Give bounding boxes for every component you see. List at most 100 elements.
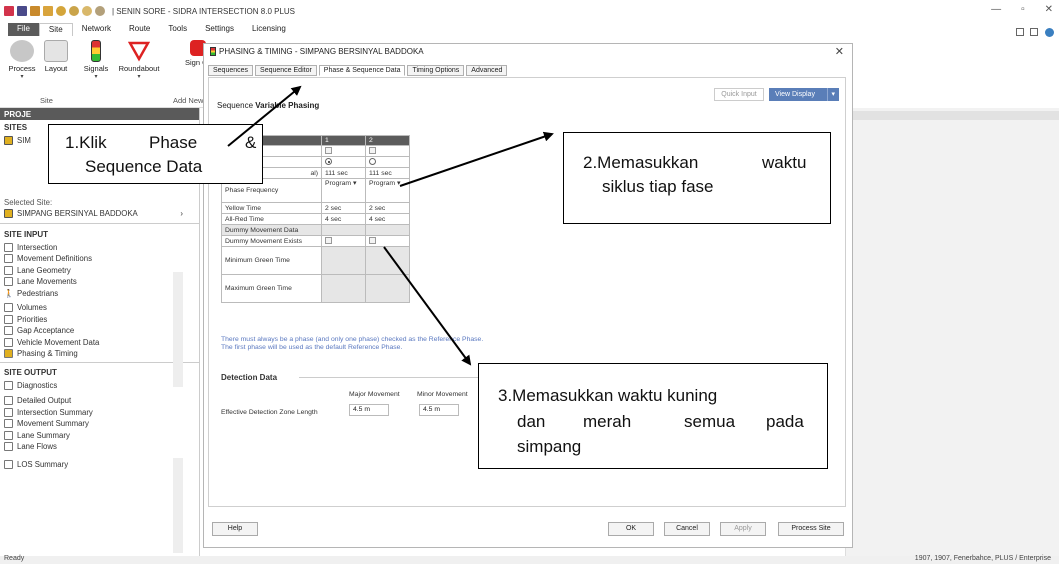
frequency-phase-1[interactable]: Program ▾ <box>321 178 366 203</box>
site-input-scrollbar[interactable] <box>173 272 183 387</box>
chevron-down-icon[interactable]: ▾ <box>353 180 356 187</box>
table-cell[interactable] <box>321 235 366 247</box>
cancel-button[interactable]: Cancel <box>664 522 710 536</box>
process-site-button[interactable]: Process Site <box>778 522 844 536</box>
menu-network[interactable]: Network <box>73 23 120 36</box>
restore-button[interactable]: ▫ <box>1021 4 1025 15</box>
signals-button[interactable]: Signals ▾ <box>79 40 113 80</box>
roundabout-label: Roundabout <box>118 64 160 73</box>
green-time-phase-2[interactable]: 111 sec <box>365 167 410 179</box>
quick-input-button[interactable]: Quick Input <box>714 88 764 101</box>
callout-text: dan <box>517 412 546 431</box>
dialog-close-button[interactable]: ✕ <box>835 45 844 58</box>
traffic-light-icon <box>91 40 101 62</box>
yellow-time-phase-1[interactable]: 2 sec <box>321 202 366 214</box>
menu-tools[interactable]: Tools <box>159 23 196 36</box>
nav-volumes[interactable]: Volumes <box>0 302 199 314</box>
status-text: Ready <box>4 555 25 562</box>
grid-toggle-icon[interactable] <box>1030 28 1038 36</box>
allred-time-phase-2[interactable]: 4 sec <box>365 213 410 225</box>
nav-detailed-output[interactable]: Detailed Output <box>0 395 199 407</box>
yellow-time-phase-2[interactable]: 2 sec <box>365 202 410 214</box>
tab-timing-options[interactable]: Timing Options <box>407 65 465 76</box>
layout-button[interactable]: Layout <box>40 40 72 73</box>
tab-sequences[interactable]: Sequences <box>208 65 254 76</box>
table-row: Yellow Time 2 sec 2 sec <box>221 202 410 214</box>
checkbox[interactable] <box>325 147 332 155</box>
layout-toggle-icon[interactable] <box>1016 28 1024 36</box>
selected-site[interactable]: SIMPANG BERSINYAL BADDOKA › <box>0 208 199 220</box>
nav-vehicle-movement-data[interactable]: Vehicle Movement Data <box>0 337 199 349</box>
ribbon-group-site: Site <box>40 96 53 105</box>
site-output-scrollbar[interactable] <box>173 458 183 553</box>
major-detection-input[interactable]: 4.5 m <box>349 404 389 416</box>
tab-advanced[interactable]: Advanced <box>466 65 508 76</box>
table-cell[interactable] <box>321 145 366 157</box>
green-time-phase-1[interactable]: 111 sec <box>321 167 366 179</box>
process-icon[interactable] <box>69 6 79 16</box>
table-cell[interactable] <box>365 156 410 168</box>
nav-movement-definitions[interactable]: Movement Definitions <box>0 253 199 265</box>
nav-priorities[interactable]: Priorities <box>0 314 199 326</box>
table-cell[interactable] <box>365 235 410 247</box>
process-label: Process <box>8 64 36 73</box>
reference-phase-radio[interactable] <box>325 158 332 166</box>
nav-intersection[interactable]: Intersection <box>0 242 199 254</box>
table-cell[interactable] <box>365 145 410 157</box>
reference-phase-radio[interactable] <box>369 158 376 166</box>
chevron-down-icon[interactable]: ▾ <box>397 180 400 187</box>
checkbox[interactable] <box>369 147 376 155</box>
nav-lane-summary[interactable]: Lane Summary <box>0 430 199 442</box>
nav-pedestrians[interactable]: 🚶 Pedestrians <box>0 288 199 300</box>
frequency-phase-2[interactable]: Program ▾ <box>365 178 410 203</box>
menu-licensing[interactable]: Licensing <box>243 23 295 36</box>
allred-time-phase-1[interactable]: 4 sec <box>321 213 366 225</box>
nav-diagnostics[interactable]: Diagnostics <box>0 380 199 392</box>
signals-label: Signals <box>83 64 109 73</box>
process-button[interactable]: Process ▾ <box>6 40 38 80</box>
menu-route[interactable]: Route <box>120 23 159 36</box>
view-display-button[interactable]: View Display ▾ <box>769 88 839 101</box>
help-button[interactable]: Help <box>212 522 258 536</box>
phasing-timing-dialog: PHASING & TIMING - SIMPANG BERSINYAL BAD… <box>203 43 853 548</box>
folder-icon[interactable] <box>43 6 53 16</box>
chevron-down-icon[interactable]: ▾ <box>827 88 835 101</box>
nav-lane-flows[interactable]: Lane Flows <box>0 441 199 453</box>
nav-movement-summary[interactable]: Movement Summary <box>0 418 199 430</box>
tab-phase-sequence-data[interactable]: Phase & Sequence Data <box>318 65 406 76</box>
minor-detection-input[interactable]: 4.5 m <box>419 404 459 416</box>
reference-phase-note: There must always be a phase (and only o… <box>221 336 483 352</box>
settings-icon[interactable] <box>56 6 66 16</box>
open-icon[interactable] <box>30 6 40 16</box>
help-icon[interactable] <box>1045 28 1054 37</box>
nav-label: Lane Flows <box>17 442 57 452</box>
nav-phasing-timing[interactable]: Phasing & Timing <box>0 348 199 360</box>
document-icon <box>4 459 13 469</box>
checkbox[interactable] <box>325 237 332 245</box>
minimize-button[interactable]: — <box>991 4 1001 15</box>
chevron-right-icon[interactable]: › <box>180 209 183 218</box>
nav-lane-geometry[interactable]: Lane Geometry <box>0 265 199 277</box>
options-icon[interactable] <box>82 6 92 16</box>
ribbon-group-add-new: Add New <box>173 96 204 105</box>
detection-data-title: Detection Data <box>221 373 278 382</box>
chevron-down-icon: ▾ <box>137 74 141 80</box>
roundabout-button[interactable]: Roundabout ▾ <box>117 40 161 80</box>
nav-lane-movements[interactable]: Lane Movements <box>0 276 199 288</box>
menu-site[interactable]: Site <box>38 23 73 36</box>
sequence-prefix: Sequence <box>217 101 254 110</box>
nav-intersection-summary[interactable]: Intersection Summary <box>0 407 199 419</box>
save-icon[interactable] <box>17 6 27 16</box>
menu-settings[interactable]: Settings <box>196 23 243 36</box>
menu-file[interactable]: File <box>8 23 39 36</box>
tab-sequence-editor[interactable]: Sequence Editor <box>255 65 317 76</box>
table-cell <box>321 246 366 275</box>
nav-gap-acceptance[interactable]: Gap Acceptance <box>0 325 199 337</box>
tools-icon[interactable] <box>95 6 105 16</box>
nav-los-summary[interactable]: LOS Summary <box>0 459 199 471</box>
table-cell[interactable] <box>321 156 366 168</box>
close-window-button[interactable]: ✕ <box>1045 4 1053 15</box>
ok-button[interactable]: OK <box>608 522 654 536</box>
checkbox[interactable] <box>369 237 376 245</box>
apply-button[interactable]: Apply <box>720 522 766 536</box>
